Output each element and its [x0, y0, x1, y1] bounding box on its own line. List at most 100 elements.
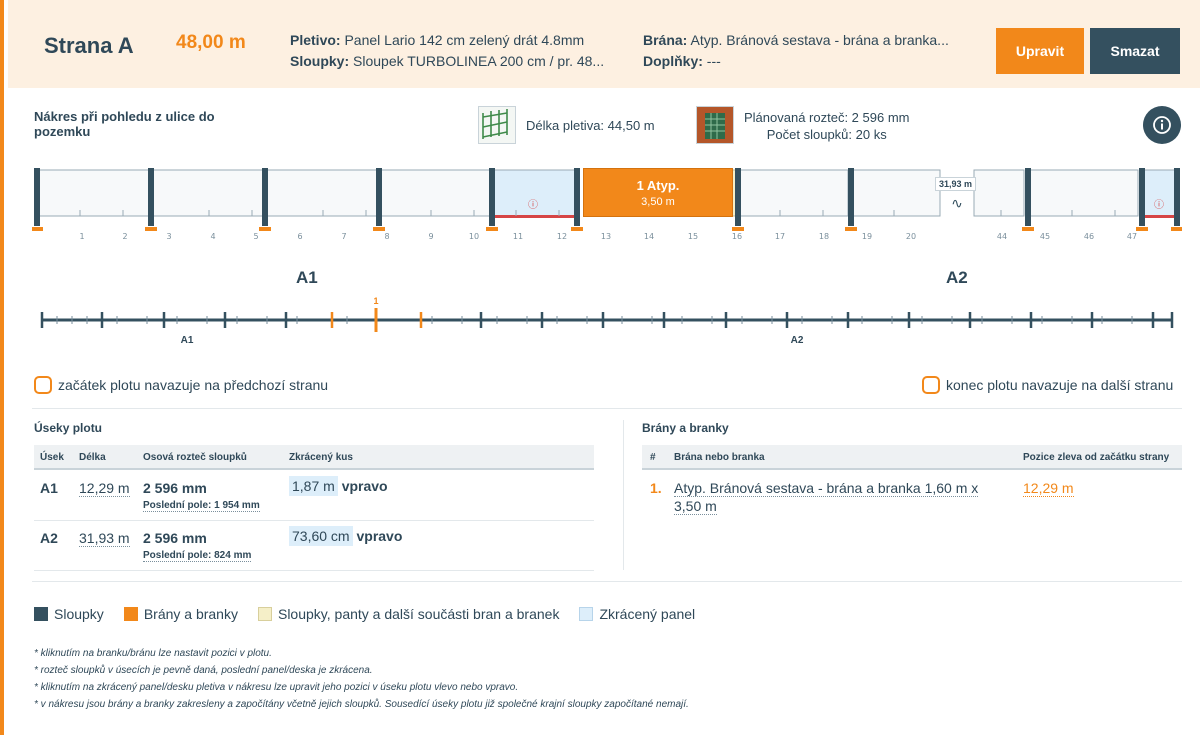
legend-item: Sloupky	[34, 606, 104, 622]
gate-width: 3,50 m	[641, 196, 675, 208]
svg-text:18: 18	[819, 232, 829, 241]
fence-side-card: Strana A 48,00 m Pletivo: Panel Lario 14…	[0, 0, 1200, 735]
overview-label-a1: A1	[181, 335, 194, 346]
warning-icon: ⓘ	[1154, 199, 1164, 211]
checkbox-box[interactable]	[922, 376, 940, 394]
segment-last-field: Poslední pole: 824 mm	[143, 550, 252, 562]
mesh-value: Panel Lario 142 cm zelený drát 4.8mm	[344, 32, 585, 48]
col-position: Pozice zleva od začátku strany	[1023, 452, 1170, 463]
svg-text:16: 16	[732, 232, 742, 241]
svg-text:7: 7	[341, 232, 346, 241]
col-length: Délka	[79, 452, 106, 463]
legend-swatch	[123, 607, 138, 621]
legend-item: Zkrácený panel	[579, 606, 695, 622]
svg-text:4: 4	[210, 232, 215, 241]
edit-button[interactable]: Upravit	[996, 28, 1084, 74]
svg-text:11: 11	[513, 232, 523, 241]
legend-item: Sloupky, panty a další součásti bran a b…	[257, 606, 559, 622]
notes: * kliknutím na branku/bránu lze nastavit…	[34, 645, 689, 713]
side-materials: Pletivo: Panel Lario 142 cm zelený drát …	[290, 30, 604, 72]
segment-id: A1	[40, 480, 58, 496]
cut-value[interactable]: 73,60 cm	[289, 526, 353, 546]
segment-cut[interactable]: 73,60 cm vpravo	[289, 526, 403, 546]
svg-text:8: 8	[384, 232, 389, 241]
segment-length[interactable]: 31,93 m	[79, 530, 130, 547]
gate-position[interactable]: 12,29 m	[1023, 480, 1074, 497]
drawing-title: Nákres při pohledu z ulice do pozemku	[34, 109, 215, 139]
segments-table-header: Úsek Délka Osová rozteč sloupků Zkrácený…	[34, 445, 594, 470]
svg-text:2: 2	[122, 232, 127, 241]
gate-name[interactable]: Atyp. Bránová sestava - brána a branka 1…	[674, 480, 979, 497]
gate-block[interactable]: 1 Atyp. 3,50 m	[583, 168, 733, 217]
segment-cut[interactable]: 1,87 m vpravo	[289, 476, 388, 496]
side-gates-info: Brána: Atyp. Bránová sestava - brána a b…	[643, 30, 949, 72]
info-icon[interactable]	[1143, 106, 1181, 144]
overview-label-a2: A2	[791, 335, 804, 346]
mesh-thumbnail	[478, 106, 516, 144]
break-length-label: 31,93 m	[935, 177, 977, 191]
gates-title: Brány a branky	[642, 421, 729, 435]
gate-value: Atyp. Bránová sestava - brána a branka..…	[690, 32, 949, 48]
side-title: Strana A	[44, 33, 134, 58]
tables-divider	[623, 420, 624, 570]
note: * kliknutím na zkrácený panel/desku plet…	[34, 682, 519, 693]
legend-swatch	[579, 607, 594, 621]
col-segment: Úsek	[40, 452, 64, 463]
divider	[32, 581, 1182, 582]
svg-text:47: 47	[1127, 232, 1137, 241]
svg-text:17: 17	[775, 232, 785, 241]
side-header: Strana A 48,00 m Pletivo: Panel Lario 14…	[8, 0, 1200, 88]
segments-title: Úseky plotu	[34, 421, 103, 435]
post-info: Plánovaná rozteč: 2 596 mm Počet sloupků…	[744, 109, 909, 143]
legend: Sloupky Brány a branky Sloupky, panty a …	[34, 606, 715, 622]
svg-text:1: 1	[79, 232, 84, 241]
section-label-a1: A1	[296, 268, 318, 287]
overview-gate-marker[interactable]: 1	[373, 296, 378, 306]
divider	[32, 408, 1182, 409]
col-cut: Zkrácený kus	[289, 452, 353, 463]
cut-side: vpravo	[356, 528, 403, 544]
svg-text:3: 3	[166, 232, 171, 241]
svg-text:20: 20	[906, 232, 916, 241]
break-icon: ∿	[951, 196, 963, 212]
table-row[interactable]: 1. Atyp. Bránová sestava - brána a brank…	[642, 471, 1182, 521]
checkbox-box[interactable]	[34, 376, 52, 394]
section-label-a2: A2	[946, 268, 968, 287]
mesh-label: Pletivo:	[290, 32, 341, 48]
segment-length[interactable]: 12,29 m	[79, 480, 130, 497]
note: * v nákresu jsou brány a branky zakresle…	[34, 699, 689, 710]
segment-spacing: 2 596 mm	[143, 530, 207, 546]
svg-text:10: 10	[469, 232, 479, 241]
svg-text:6: 6	[297, 232, 302, 241]
table-row: A2 31,93 m 2 596 mm Poslední pole: 824 m…	[34, 521, 594, 571]
gate-name-cont[interactable]: 3,50 m	[674, 498, 717, 515]
col-gate: Brána nebo branka	[674, 452, 765, 463]
legend-item: Brány a branky	[123, 606, 238, 622]
gates-table-header: # Brána nebo branka Pozice zleva od začá…	[642, 445, 1182, 470]
svg-text:44: 44	[997, 232, 1007, 241]
extras-value: ---	[706, 53, 721, 69]
warning-icon: ⓘ	[528, 199, 538, 211]
svg-text:14: 14	[644, 232, 654, 241]
svg-text:15: 15	[688, 232, 698, 241]
start-continues-checkbox[interactable]: začátek plotu navazuje na předchozí stra…	[34, 376, 328, 394]
svg-text:19: 19	[862, 232, 872, 241]
end-continues-checkbox[interactable]: konec plotu navazuje na další stranu	[922, 376, 1173, 394]
posts-label: Sloupky:	[290, 53, 350, 69]
fence-overview-line: 1 A1 A2	[40, 296, 1174, 346]
segment-spacing: 2 596 mm	[143, 480, 207, 496]
svg-text:13: 13	[601, 232, 611, 241]
table-row: A1 12,29 m 2 596 mm Poslední pole: 1 954…	[34, 471, 594, 521]
segment-last-field: Poslední pole: 1 954 mm	[143, 500, 260, 512]
extras-label: Doplňky:	[643, 53, 703, 69]
legend-swatch	[34, 607, 48, 621]
svg-text:46: 46	[1084, 232, 1094, 241]
cut-value[interactable]: 1,87 m	[289, 476, 338, 496]
post-numbers: 1 2 3 4 5 6 7 8 9 10 11 12 13 14 15 16 1…	[79, 232, 1137, 241]
mesh-length: Délka pletiva: 44,50 m	[526, 118, 655, 133]
legend-swatch	[257, 607, 272, 621]
note: * kliknutím na branku/bránu lze nastavit…	[34, 648, 272, 659]
svg-text:5: 5	[253, 232, 258, 241]
delete-button[interactable]: Smazat	[1090, 28, 1180, 74]
col-spacing: Osová rozteč sloupků	[143, 452, 247, 463]
